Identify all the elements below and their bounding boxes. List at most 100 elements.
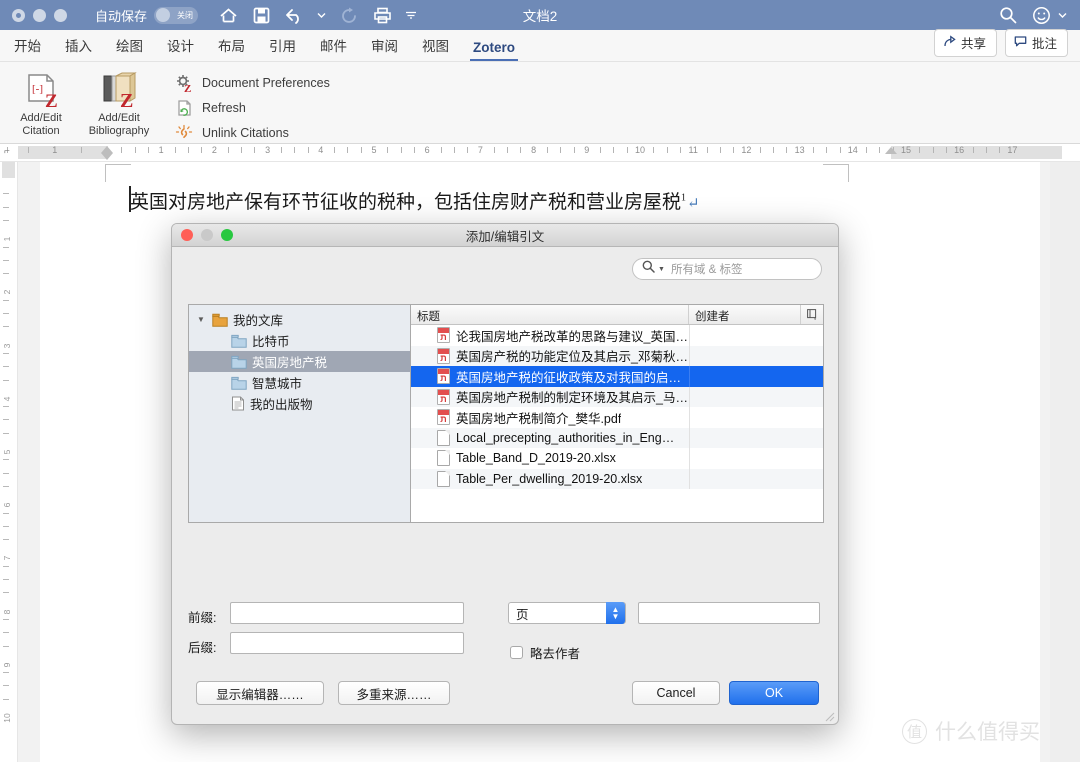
add-edit-bibliography-button[interactable]: Z Add/Edit Bibliography xyxy=(76,66,162,138)
ruler-tick xyxy=(613,147,615,153)
ruler-tick xyxy=(932,147,934,153)
autosave-toggle[interactable]: 关闭 xyxy=(154,6,199,24)
horizontal-ruler[interactable]: 1 1 2 3 4 5 6 7 8 9 10 11 12 13 14 15 16 17 ⌐ xyxy=(0,144,1080,162)
items-body[interactable]: ת 论我国房地产税改革的思路与建议_英国… ת 英国房产税的功能定位及其启示_邓菊秋…… xyxy=(411,325,823,489)
tab-mailings[interactable]: 邮件 xyxy=(320,35,347,61)
maximize-window-button[interactable] xyxy=(54,8,67,22)
right-indent-marker[interactable] xyxy=(885,147,897,154)
home-icon[interactable] xyxy=(218,5,238,25)
vruler-tick xyxy=(3,685,9,687)
vertical-ruler[interactable]: 1 2 3 4 5 6 7 8 9 10 xyxy=(0,162,18,762)
ruler-tick xyxy=(879,147,881,153)
document-paragraph[interactable]: 英国对房地产保有环节征收的税种，包括住房财产税和营业房屋税1↵ xyxy=(130,187,700,214)
first-line-indent-marker[interactable] xyxy=(101,146,113,153)
item-row[interactable]: ת 论我国房地产税改革的思路与建议_英国… xyxy=(411,325,823,346)
multiple-sources-button[interactable]: 多重来源…… xyxy=(338,681,450,705)
tab-zotero[interactable]: Zotero xyxy=(470,40,518,61)
autosave-control[interactable]: 自动保存 关闭 xyxy=(95,6,199,25)
document-preferences-button[interactable]: Z Document Preferences xyxy=(174,74,330,92)
vruler-number: 5 xyxy=(2,449,12,455)
comments-button[interactable]: 批注 xyxy=(1004,29,1068,57)
locator-value-input[interactable] xyxy=(638,602,820,624)
twisty-open-icon[interactable]: ▼ xyxy=(195,315,207,324)
vruler-tick xyxy=(3,313,9,314)
item-title: 英国房产税的功能定位及其启示_邓菊秋… xyxy=(456,350,688,365)
cancel-button[interactable]: Cancel xyxy=(632,681,720,705)
suppress-author-row[interactable]: 略去作者 xyxy=(510,643,580,662)
save-icon[interactable] xyxy=(251,5,271,25)
item-row[interactable]: ת 英国房地产税的征收政策及对我国的启… xyxy=(411,366,823,387)
column-header-creator[interactable]: 创建者 xyxy=(689,305,801,324)
ruler-tick xyxy=(653,147,655,153)
ok-button[interactable]: OK xyxy=(729,681,819,705)
show-editor-button[interactable]: 显示编辑器…… xyxy=(196,681,324,705)
document-preferences-label: Document Preferences xyxy=(202,76,330,90)
column-header-title[interactable]: 标题 xyxy=(411,305,689,324)
tab-start[interactable]: 开始 xyxy=(14,35,41,61)
item-title: 英国房地产税制简介_樊华.pdf xyxy=(456,411,622,426)
tab-stop-selector-icon[interactable]: ⌐ xyxy=(4,146,10,157)
minimize-window-button[interactable] xyxy=(33,8,46,22)
add-edit-citation-dialog[interactable]: 添加/编辑引文 ▼ 所有域 & 标签 ▼ 我的文库 比特币 英国房地产税 智慧城市 我的出… xyxy=(171,223,839,725)
search-scope-chevron-icon[interactable]: ▼ xyxy=(658,266,665,273)
items-list[interactable]: 标题 创建者 ת 论我国房地产税改革的思路与建议_英国… ת 英国房产税的功能定位及其… xyxy=(411,305,823,522)
collection-row[interactable]: 智慧城市 xyxy=(189,372,410,393)
column-picker-icon[interactable] xyxy=(801,305,823,324)
locator-type-value: 页 xyxy=(516,607,529,622)
tab-review[interactable]: 审阅 xyxy=(371,35,398,61)
tab-design[interactable]: 设计 xyxy=(167,35,194,61)
ruler-tick xyxy=(733,147,735,153)
print-icon[interactable] xyxy=(372,5,392,25)
item-row[interactable]: Table_Band_D_2019-20.xlsx xyxy=(411,448,823,469)
collection-row[interactable]: 比特币 xyxy=(189,330,410,351)
share-button[interactable]: 共享 xyxy=(933,29,997,57)
prefix-input[interactable] xyxy=(230,602,464,624)
tab-references[interactable]: 引用 xyxy=(269,35,296,61)
customize-toolbar-icon[interactable] xyxy=(405,5,417,25)
quick-access-toolbar[interactable] xyxy=(218,5,417,25)
left-indent-marker[interactable] xyxy=(101,153,113,160)
collection-row[interactable]: 英国房地产税 xyxy=(189,351,410,372)
collections-tree[interactable]: ▼ 我的文库 比特币 英国房地产税 智慧城市 我的出版物 xyxy=(189,305,411,522)
undo-dropdown-chevron-icon[interactable] xyxy=(317,5,326,25)
tab-draw[interactable]: 绘图 xyxy=(116,35,143,61)
pdf-icon: ת xyxy=(437,368,450,385)
add-edit-citation-button[interactable]: [-] Z Add/Edit Citation xyxy=(6,66,76,138)
tab-view[interactable]: 视图 xyxy=(422,35,449,61)
undo-icon[interactable] xyxy=(284,5,304,25)
item-row[interactable]: ת 英国房产税的功能定位及其启示_邓菊秋… xyxy=(411,345,823,366)
collection-row[interactable]: ▼ 我的文库 xyxy=(189,309,410,330)
refresh-icon xyxy=(174,99,194,117)
item-row[interactable]: ת 英国房地产税制的制定环境及其启示_马… xyxy=(411,386,823,407)
locator-type-select[interactable]: 页 ▲ ▼ xyxy=(508,602,626,624)
unlink-citations-button[interactable]: Unlink Citations xyxy=(174,124,330,142)
dialog-title-bar: 添加/编辑引文 xyxy=(172,224,838,247)
search-icon[interactable] xyxy=(998,5,1018,25)
vruler-tick xyxy=(3,459,9,461)
file-icon xyxy=(437,450,450,467)
close-window-button[interactable] xyxy=(12,8,25,22)
item-row[interactable]: Table_Per_dwelling_2019-20.xlsx xyxy=(411,468,823,489)
item-row[interactable]: Local_precepting_authorities_in_Eng… xyxy=(411,427,823,448)
refresh-button[interactable]: Refresh xyxy=(174,99,330,117)
tab-insert[interactable]: 插入 xyxy=(65,35,92,61)
suffix-input[interactable] xyxy=(230,632,464,654)
dialog-resize-handle[interactable] xyxy=(823,709,835,722)
add-edit-bibliography-icon: Z xyxy=(97,70,141,112)
ruler-tick xyxy=(826,147,828,153)
window-controls[interactable] xyxy=(0,8,67,22)
smiley-icon[interactable] xyxy=(1032,5,1067,25)
collection-row[interactable]: 我的出版物 xyxy=(189,393,410,414)
zotero-ribbon: [-] Z Add/Edit Citation Z Add/Edit Bibli… xyxy=(0,62,1080,144)
suppress-author-checkbox[interactable] xyxy=(510,646,523,659)
redo-icon[interactable] xyxy=(339,5,359,25)
search-input[interactable]: ▼ 所有域 & 标签 xyxy=(632,258,822,280)
items-column-headers[interactable]: 标题 创建者 xyxy=(411,305,823,325)
vruler-number: 1 xyxy=(2,236,12,242)
file-icon xyxy=(437,470,450,487)
item-row[interactable]: ת 英国房地产税制简介_樊华.pdf xyxy=(411,407,823,428)
locator-type-stepper-icon[interactable]: ▲ ▼ xyxy=(606,602,625,624)
ruler-tick xyxy=(972,147,974,153)
search-icon[interactable] xyxy=(642,260,655,278)
tab-layout[interactable]: 布局 xyxy=(218,35,245,61)
